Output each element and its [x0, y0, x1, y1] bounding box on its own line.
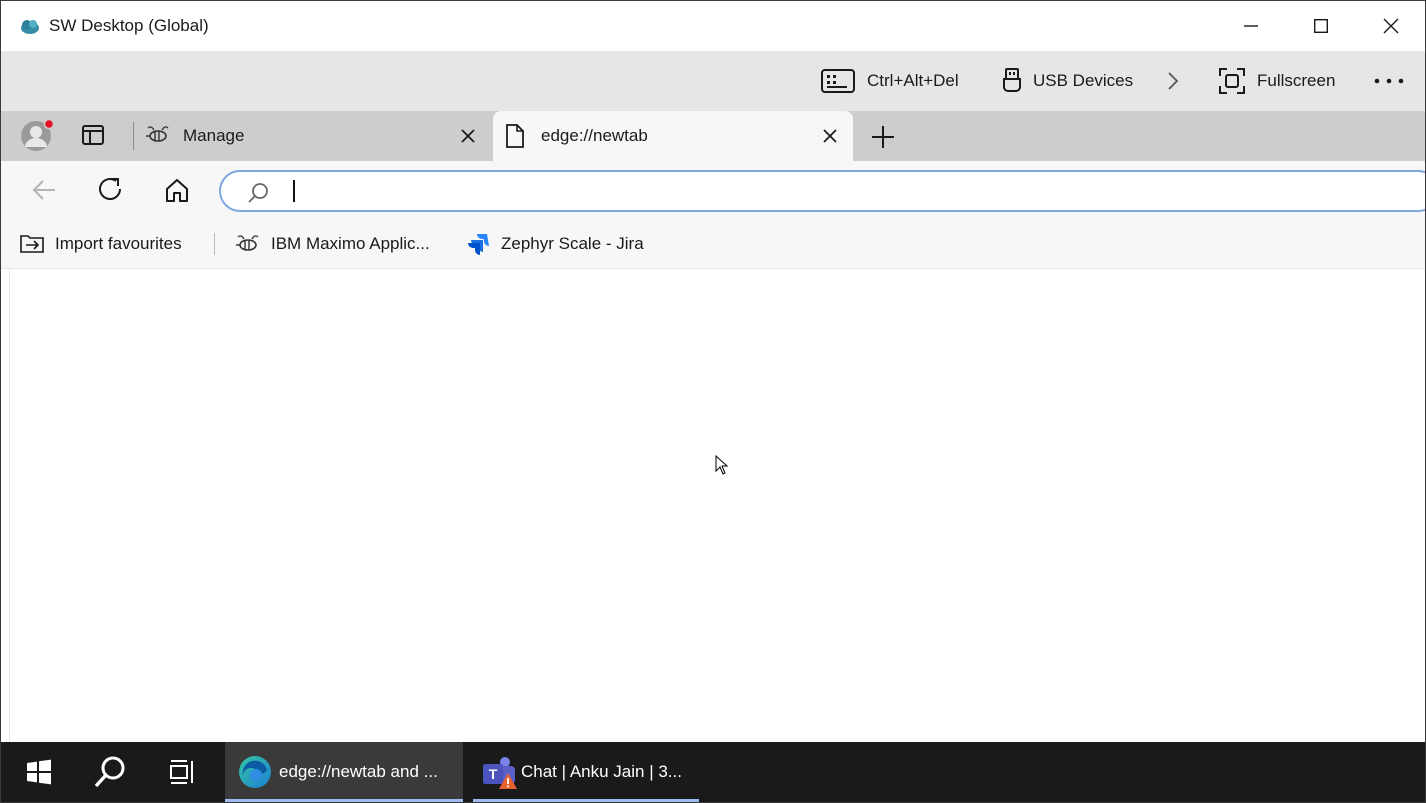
windows-logo-icon	[27, 759, 51, 785]
import-icon	[20, 235, 44, 253]
close-tab-button[interactable]	[821, 127, 839, 145]
taskbar-app-label: edge://newtab and ...	[279, 762, 438, 781]
new-tab-button[interactable]	[869, 123, 897, 151]
maximo-bee-icon	[145, 125, 171, 150]
favourites-separator	[214, 233, 215, 255]
tab-label: edge://newtab	[541, 126, 648, 145]
usb-icon	[1003, 68, 1021, 92]
close-icon	[461, 129, 475, 143]
close-tab-button[interactable]	[459, 127, 477, 145]
taskbar-app-teams[interactable]: T Chat | Anku Jain | 3...	[473, 742, 699, 802]
fav-label: Zephyr Scale - Jira	[501, 234, 644, 253]
task-view-button[interactable]	[161, 742, 205, 802]
search-button[interactable]	[87, 742, 133, 802]
remote-toolbar: Ctrl+Alt+Del USB Devices Fullscreen	[1, 51, 1425, 111]
chevron-right-icon	[1168, 72, 1179, 90]
fullscreen-button[interactable]: Fullscreen	[1219, 65, 1335, 97]
more-icon	[1374, 78, 1404, 84]
title-bar: SW Desktop (Global)	[1, 1, 1425, 51]
refresh-icon	[99, 178, 121, 200]
svg-text:T: T	[489, 766, 498, 782]
fav-label: Import favourites	[55, 234, 182, 253]
favourite-zephyr-jira[interactable]: Zephyr Scale - Jira	[467, 231, 644, 257]
usb-devices-button[interactable]: USB Devices	[1003, 65, 1133, 97]
browser-tab-strip: Manage edge://newtab	[1, 111, 1425, 161]
window-title: SW Desktop (Global)	[49, 16, 209, 35]
import-favourites-button[interactable]: Import favourites	[19, 231, 182, 257]
minimize-button[interactable]	[1217, 1, 1285, 51]
plus-icon	[872, 126, 894, 148]
fullscreen-label: Fullscreen	[1257, 71, 1336, 90]
refresh-button[interactable]	[96, 175, 126, 205]
more-options-button[interactable]	[1373, 65, 1417, 97]
home-button[interactable]	[162, 175, 192, 205]
close-button[interactable]	[1357, 1, 1425, 51]
favourites-bar: Import favourites IBM Maximo Applic... Z…	[1, 219, 1425, 269]
home-icon	[166, 179, 188, 202]
maximize-icon	[1314, 19, 1328, 33]
back-button[interactable]	[29, 175, 59, 205]
minimize-icon	[1244, 25, 1258, 27]
mouse-pointer-icon	[715, 454, 729, 480]
fullscreen-icon	[1219, 68, 1245, 94]
taskbar-app-edge[interactable]: edge://newtab and ...	[225, 742, 463, 802]
maximo-bee-icon	[236, 235, 259, 251]
tab-actions-button[interactable]	[81, 123, 105, 147]
page-icon	[505, 124, 525, 153]
teams-icon: T	[481, 756, 519, 795]
tab-actions-icon	[82, 125, 104, 145]
search-icon	[94, 756, 125, 788]
address-bar[interactable]	[219, 170, 1425, 212]
running-indicator	[473, 799, 699, 802]
fav-label: IBM Maximo Applic...	[271, 234, 430, 253]
close-icon	[1383, 18, 1399, 34]
keyboard-icon	[821, 69, 855, 93]
back-arrow-icon	[32, 180, 55, 200]
maximize-button[interactable]	[1287, 1, 1355, 51]
close-icon	[823, 129, 837, 143]
profile-avatar[interactable]	[19, 118, 55, 153]
ctrl-alt-del-label: Ctrl+Alt+Del	[867, 71, 959, 90]
cloud-icon	[19, 16, 41, 36]
taskbar: edge://newtab and ... T Chat | Anku Jain…	[1, 742, 1425, 802]
tab-newtab[interactable]: edge://newtab	[493, 111, 853, 161]
profile-icon	[21, 118, 55, 151]
tab-separator	[133, 122, 134, 150]
usb-expand-button[interactable]	[1167, 65, 1191, 97]
favourite-ibm-maximo[interactable]: IBM Maximo Applic...	[235, 231, 430, 257]
tab-label: Manage	[183, 126, 245, 145]
navigation-toolbar	[1, 161, 1425, 219]
address-input[interactable]	[297, 178, 1297, 204]
active-indicator	[225, 799, 463, 802]
page-content[interactable]	[9, 269, 1425, 742]
search-icon	[247, 181, 271, 210]
remote-desktop-window: SW Desktop (Global) Ctrl+Alt+Del USB Dev…	[0, 0, 1426, 803]
text-cursor	[293, 180, 295, 202]
task-view-icon	[170, 760, 193, 784]
tab-manage[interactable]: Manage	[135, 111, 491, 161]
jira-icon	[468, 234, 489, 255]
ctrl-alt-del-button[interactable]: Ctrl+Alt+Del	[821, 65, 959, 97]
usb-devices-label: USB Devices	[1033, 71, 1134, 90]
start-button[interactable]	[17, 742, 61, 802]
taskbar-app-label: Chat | Anku Jain | 3...	[521, 762, 682, 781]
edge-icon	[237, 754, 273, 795]
